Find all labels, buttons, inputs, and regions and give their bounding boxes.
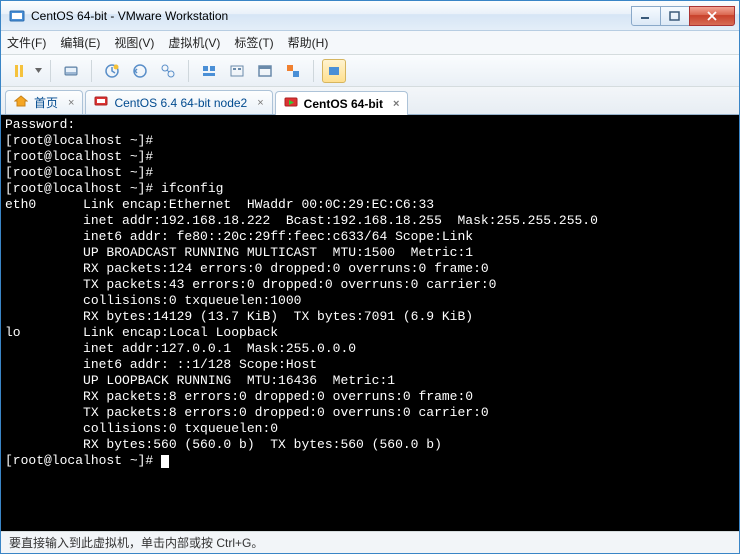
toolbar-separator xyxy=(91,60,92,82)
terminal-line: [root@localhost ~]# xyxy=(5,133,735,149)
terminal-line: collisions:0 txqueuelen:1000 xyxy=(5,293,735,309)
terminal-line: Password: xyxy=(5,117,735,133)
terminal-line: [root@localhost ~]# ifconfig xyxy=(5,181,735,197)
titlebar[interactable]: CentOS 64-bit - VMware Workstation xyxy=(1,1,739,31)
thumbnail-button[interactable] xyxy=(225,59,249,83)
fullscreen-button[interactable] xyxy=(253,59,277,83)
send-cad-button[interactable] xyxy=(59,59,83,83)
close-button[interactable] xyxy=(689,6,735,26)
tabbar: 首页 × CentOS 6.4 64-bit node2 × CentOS 64… xyxy=(1,87,739,115)
app-icon xyxy=(9,8,25,24)
tab-close-icon[interactable]: × xyxy=(393,98,399,110)
menu-file[interactable]: 文件(F) xyxy=(7,34,46,51)
menu-edit[interactable]: 编辑(E) xyxy=(60,34,100,51)
maximize-button[interactable] xyxy=(660,6,690,26)
vm-icon xyxy=(94,94,108,111)
tab-label: CentOS 64-bit xyxy=(304,97,383,111)
terminal-line: inet6 addr: ::1/128 Scope:Host xyxy=(5,357,735,373)
tab-centos[interactable]: CentOS 64-bit × xyxy=(275,91,409,115)
cursor xyxy=(161,455,169,468)
tab-close-icon[interactable]: × xyxy=(257,97,263,109)
tab-node2[interactable]: CentOS 6.4 64-bit node2 × xyxy=(85,90,272,114)
terminal-line: RX packets:124 errors:0 dropped:0 overru… xyxy=(5,261,735,277)
toolbar xyxy=(1,55,739,87)
terminal-line: RX packets:8 errors:0 dropped:0 overruns… xyxy=(5,389,735,405)
terminal-prompt-line: [root@localhost ~]# xyxy=(5,453,735,469)
toolbar-separator xyxy=(188,60,189,82)
stretch-button[interactable] xyxy=(322,59,346,83)
terminal-line: RX bytes:14129 (13.7 KiB) TX bytes:7091 … xyxy=(5,309,735,325)
tab-home[interactable]: 首页 × xyxy=(5,90,83,114)
vm-running-icon xyxy=(284,95,298,112)
terminal-line: RX bytes:560 (560.0 b) TX bytes:560 (560… xyxy=(5,437,735,453)
terminal-line: eth0 Link encap:Ethernet HWaddr 00:0C:29… xyxy=(5,197,735,213)
statusbar: 要直接输入到此虚拟机，单击内部或按 Ctrl+G。 xyxy=(1,531,739,553)
revert-button[interactable] xyxy=(128,59,152,83)
app-window: CentOS 64-bit - VMware Workstation 文件(F)… xyxy=(0,0,740,554)
terminal-line: UP LOOPBACK RUNNING MTU:16436 Metric:1 xyxy=(5,373,735,389)
show-console-button[interactable] xyxy=(197,59,221,83)
menu-view[interactable]: 视图(V) xyxy=(114,34,154,51)
menubar: 文件(F) 编辑(E) 视图(V) 虚拟机(V) 标签(T) 帮助(H) xyxy=(1,31,739,55)
window-controls xyxy=(632,6,735,26)
terminal[interactable]: Password:[root@localhost ~]#[root@localh… xyxy=(1,115,739,531)
minimize-button[interactable] xyxy=(631,6,661,26)
terminal-line: inet addr:192.168.18.222 Bcast:192.168.1… xyxy=(5,213,735,229)
terminal-line: collisions:0 txqueuelen:0 xyxy=(5,421,735,437)
unity-button[interactable] xyxy=(281,59,305,83)
manage-snapshots-button[interactable] xyxy=(156,59,180,83)
terminal-line: TX packets:43 errors:0 dropped:0 overrun… xyxy=(5,277,735,293)
home-icon xyxy=(14,94,28,111)
toolbar-separator xyxy=(313,60,314,82)
tab-label: CentOS 6.4 64-bit node2 xyxy=(114,96,247,110)
terminal-line: UP BROADCAST RUNNING MULTICAST MTU:1500 … xyxy=(5,245,735,261)
tab-close-icon[interactable]: × xyxy=(68,97,74,109)
toolbar-separator xyxy=(50,60,51,82)
menu-tabs[interactable]: 标签(T) xyxy=(234,34,273,51)
terminal-line: [root@localhost ~]# xyxy=(5,149,735,165)
terminal-line: inet addr:127.0.0.1 Mask:255.0.0.0 xyxy=(5,341,735,357)
terminal-line: inet6 addr: fe80::20c:29ff:feec:c633/64 … xyxy=(5,229,735,245)
tab-label: 首页 xyxy=(34,94,58,111)
power-on-button[interactable] xyxy=(7,59,31,83)
menu-help[interactable]: 帮助(H) xyxy=(288,34,329,51)
terminal-line: lo Link encap:Local Loopback xyxy=(5,325,735,341)
terminal-line: TX packets:8 errors:0 dropped:0 overruns… xyxy=(5,405,735,421)
menu-vm[interactable]: 虚拟机(V) xyxy=(168,34,220,51)
window-title: CentOS 64-bit - VMware Workstation xyxy=(31,9,632,23)
power-dropdown[interactable] xyxy=(35,59,42,83)
terminal-line: [root@localhost ~]# xyxy=(5,165,735,181)
status-text: 要直接输入到此虚拟机，单击内部或按 Ctrl+G。 xyxy=(9,534,263,551)
snapshot-button[interactable] xyxy=(100,59,124,83)
